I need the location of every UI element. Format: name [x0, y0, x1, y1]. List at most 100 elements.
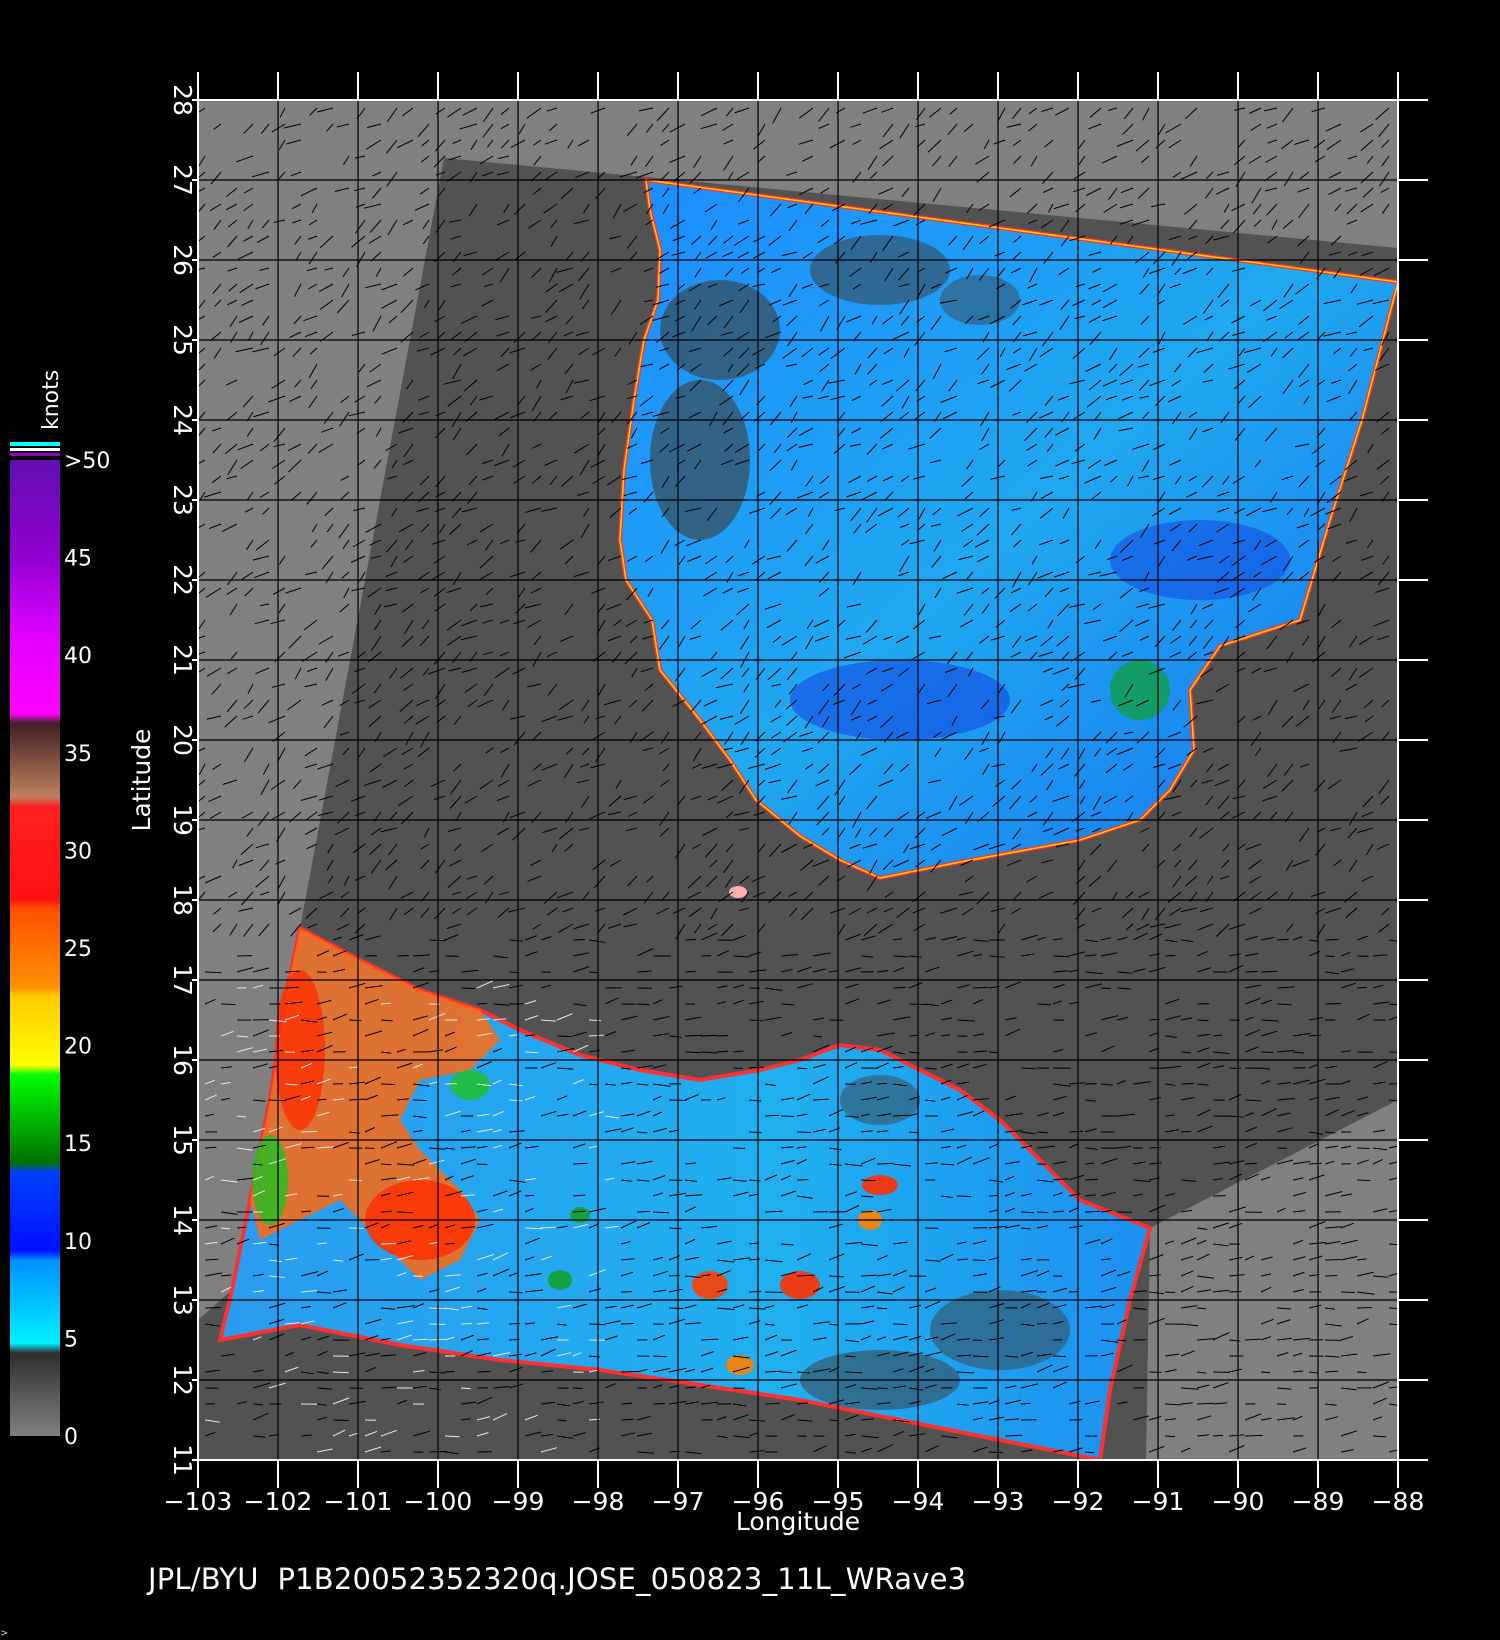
wind-vector — [1260, 970, 1278, 973]
wind-vector — [1244, 970, 1259, 973]
y-axis-title: Latitude — [127, 729, 156, 832]
lat-tick-label: 19 — [168, 804, 197, 836]
wind-vector — [444, 1242, 456, 1245]
colorbar-unit: knots — [39, 370, 64, 430]
wind-vector — [204, 1258, 219, 1261]
colorbar-label: 20 — [64, 1035, 92, 1060]
wind-vector — [1244, 1434, 1263, 1437]
wind-vector — [412, 1338, 429, 1341]
lon-tick-label: −91 — [1132, 1487, 1185, 1516]
wind-vector — [1260, 1051, 1274, 1054]
wind-vector — [524, 1227, 543, 1230]
wind-vector — [1164, 1435, 1176, 1438]
lat-tick-label: 11 — [168, 1444, 197, 1476]
wind-vector — [1356, 1147, 1370, 1149]
wind-vector — [860, 1211, 873, 1213]
wind-vector — [780, 1371, 793, 1374]
wind-vector — [444, 1371, 455, 1373]
wind-vector — [572, 939, 585, 941]
colorbar-label: 45 — [64, 547, 92, 572]
colorbar-label: 25 — [64, 937, 92, 962]
wind-vector — [1164, 1291, 1176, 1294]
wind-vector — [1084, 1210, 1101, 1213]
wind-vector — [1196, 1019, 1209, 1022]
wind-vector — [796, 1131, 812, 1133]
wind-vector — [956, 1195, 972, 1197]
wind-vector — [972, 986, 989, 989]
lon-tick-label: −103 — [164, 1487, 233, 1516]
wind-vector — [1356, 1179, 1371, 1182]
lat-tick-label: 24 — [168, 404, 197, 436]
wind-vector — [988, 1194, 999, 1197]
wind-vector — [988, 1451, 1004, 1454]
x-axis-title: Longitude — [736, 1507, 860, 1536]
colorbar-cap-purple — [10, 453, 60, 456]
lat-tick-label: 23 — [168, 484, 197, 516]
wind-vector — [332, 1419, 349, 1421]
lon-tick-label: −99 — [492, 1487, 545, 1516]
lon-tick-label: −90 — [1212, 1487, 1265, 1516]
lat-tick-label: 26 — [168, 244, 197, 276]
wind-vector — [764, 1370, 782, 1373]
wind-vector — [636, 1003, 650, 1006]
colorbar-label: 5 — [64, 1327, 78, 1352]
colorbar-label: 0 — [64, 1425, 78, 1450]
wind-vector — [348, 1179, 362, 1182]
colorbar-label: 35 — [64, 742, 92, 767]
wind-vector — [1052, 1210, 1064, 1213]
wind-vector — [1340, 1291, 1356, 1293]
wind-vector — [1180, 1130, 1192, 1133]
lat-tick-label: 28 — [168, 84, 197, 116]
wind-vector — [1228, 1067, 1242, 1069]
product-caption: JPL/BYU P1B20052352320q.JOSE_050823_11L_… — [148, 1562, 967, 1596]
lon-tick-label: −92 — [1052, 1487, 1105, 1516]
wind-vector — [620, 1371, 639, 1373]
lon-tick-label: −101 — [324, 1487, 393, 1516]
wind-vector — [460, 1323, 472, 1325]
wind-vector — [476, 1002, 488, 1005]
wind-vector — [572, 1210, 586, 1213]
wind-vector — [1228, 1291, 1242, 1293]
wind-vector — [476, 1163, 488, 1166]
wind-vector — [652, 1403, 666, 1405]
wind-vector — [876, 1162, 894, 1165]
wind-vector — [556, 1035, 573, 1038]
lat-tick-label: 17 — [168, 964, 197, 996]
colorbar-label: 30 — [64, 839, 92, 864]
wind-vector — [396, 1211, 413, 1214]
lat-tick-label: 14 — [168, 1204, 197, 1236]
wind-vector — [620, 1323, 635, 1325]
wind-vector — [828, 1419, 839, 1422]
wind-vector — [1324, 1275, 1338, 1277]
wind-vector — [300, 1131, 318, 1133]
wind-vector — [684, 938, 697, 941]
lat-tick-label: 18 — [168, 884, 197, 916]
lon-tick-label: −98 — [572, 1487, 625, 1516]
wind-vector — [412, 1099, 427, 1101]
lon-tick-label: −100 — [404, 1487, 473, 1516]
wind-vector — [780, 1115, 794, 1117]
wind-vector — [588, 971, 599, 974]
wind-vector — [764, 1210, 783, 1213]
lat-tick-label: 15 — [168, 1124, 197, 1156]
colorbar-cap-white — [10, 448, 60, 451]
wind-vector — [1356, 1307, 1373, 1309]
wind-vector — [1356, 1371, 1367, 1374]
lon-tick-label: −89 — [1292, 1487, 1345, 1516]
wind-vector — [876, 1307, 888, 1310]
wind-vector — [1324, 1003, 1342, 1005]
colorbar-label: 40 — [64, 644, 92, 669]
wind-vector — [892, 1323, 908, 1326]
wind-vector — [1036, 1322, 1048, 1325]
wind-vector — [524, 1194, 535, 1197]
wind-vector — [1324, 955, 1335, 957]
wind-vector — [396, 955, 409, 957]
wind-vector — [1356, 986, 1367, 989]
colorbar-cap-cyan — [10, 442, 60, 446]
wind-vector — [748, 1290, 762, 1293]
wind-vector — [1148, 1146, 1161, 1149]
lat-tick-label: 22 — [168, 564, 197, 596]
lat-tick-label: 20 — [168, 724, 197, 756]
lon-tick-label: −97 — [652, 1487, 705, 1516]
wind-vector — [1020, 1211, 1035, 1214]
